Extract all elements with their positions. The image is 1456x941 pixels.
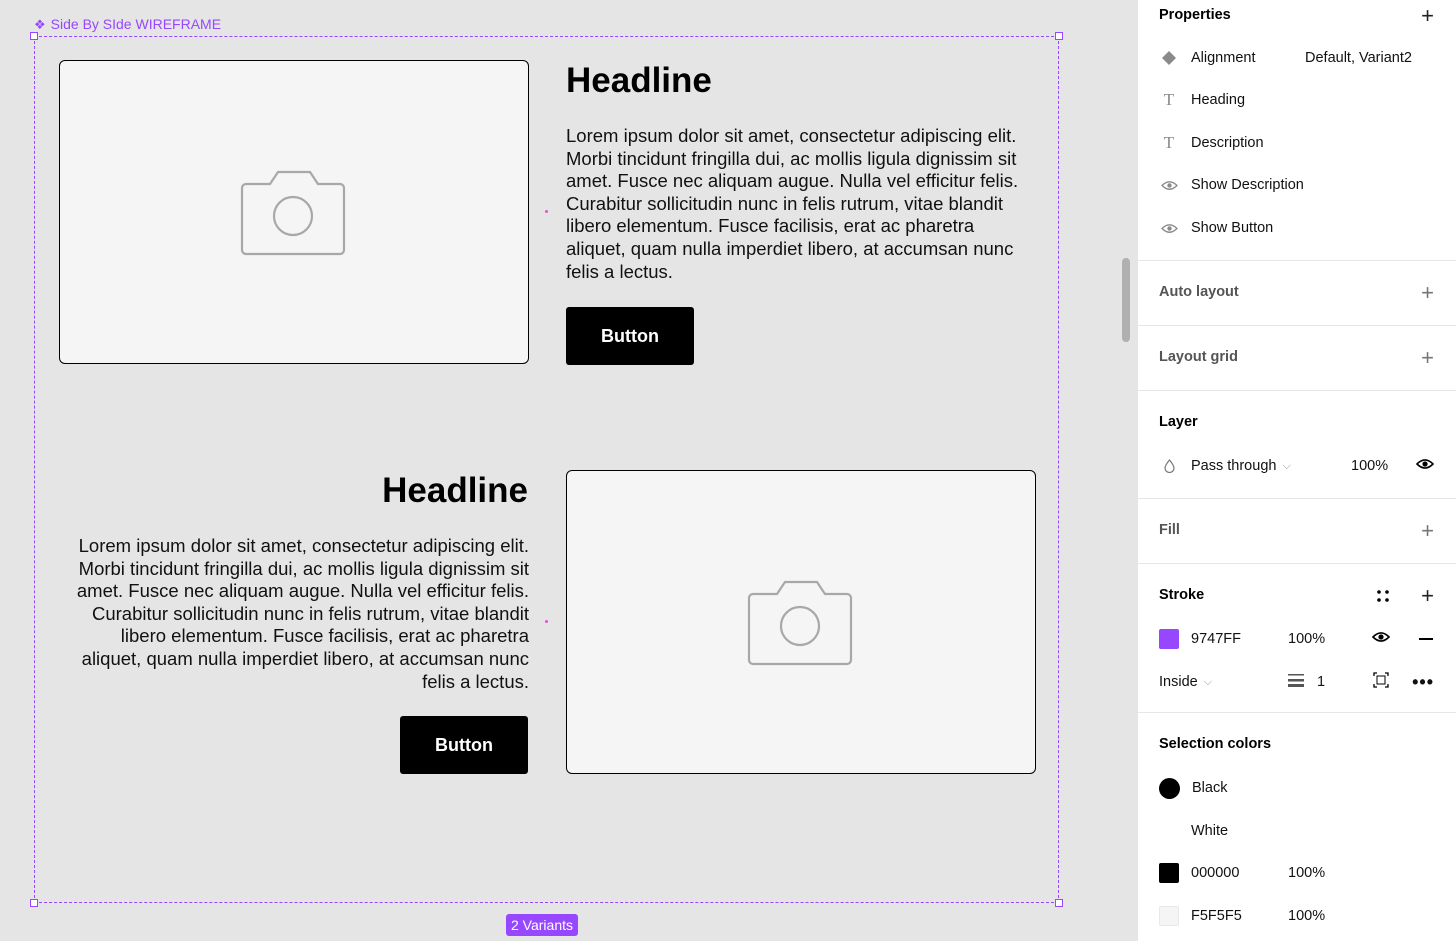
selection-color-row[interactable]: Black — [1159, 776, 1434, 800]
section-title: Layer — [1159, 414, 1198, 430]
selection-color-row[interactable]: White — [1159, 819, 1434, 843]
color-swatch[interactable] — [1159, 863, 1179, 883]
property-label: Alignment — [1191, 50, 1256, 66]
properties-panel: Properties + Alignment Default, Variant2… — [1138, 0, 1456, 941]
stroke-weight-icon — [1288, 673, 1304, 691]
property-label: Heading — [1191, 92, 1246, 108]
chevron-down-icon[interactable]: ⌵ — [1282, 460, 1290, 473]
stroke-position-dropdown[interactable]: Inside — [1159, 674, 1198, 690]
resize-handle-bottom-left[interactable] — [30, 899, 38, 907]
stroke-opacity[interactable]: 100% — [1288, 631, 1325, 647]
stroke-weight[interactable]: 1 — [1317, 674, 1325, 690]
section-title: Auto layout — [1159, 284, 1239, 300]
section-title: Fill — [1159, 522, 1180, 538]
blend-drop-icon — [1159, 459, 1179, 473]
property-label: Description — [1191, 135, 1264, 151]
section-title: Layout grid — [1159, 349, 1238, 365]
eye-icon — [1159, 180, 1179, 191]
eye-icon[interactable] — [1415, 458, 1435, 474]
section-title: Stroke — [1159, 587, 1205, 603]
description[interactable]: Lorem ipsum dolor sit amet, consectetur … — [566, 125, 1036, 283]
color-label: Black — [1192, 780, 1228, 796]
stroke-color-swatch[interactable] — [1159, 629, 1179, 649]
section-title: Selection colors — [1159, 736, 1272, 752]
image-placeholder[interactable] — [59, 60, 529, 364]
layer-blend-row: Pass through ⌵ 100% — [1159, 454, 1435, 478]
property-label: Show Button — [1191, 220, 1274, 236]
add-layout-grid-icon[interactable]: + — [1421, 347, 1434, 369]
fill-section: Fill + — [1138, 499, 1456, 564]
individual-strokes-icon[interactable] — [1373, 672, 1389, 692]
design-canvas[interactable]: ❖ Side By SIde WIREFRAME Headline Lorem … — [0, 0, 1138, 941]
cta-button[interactable]: Button — [566, 307, 694, 365]
layout-grid-section: Layout grid + — [1138, 326, 1456, 391]
property-show-button[interactable]: Show Button — [1159, 216, 1434, 240]
layout-point — [545, 620, 548, 623]
selection-colors-section: Selection colors Black White 000000 100%… — [1138, 713, 1456, 941]
property-show-description[interactable]: Show Description — [1159, 173, 1434, 197]
add-property-icon[interactable]: + — [1421, 5, 1434, 27]
color-style-swatch[interactable] — [1159, 777, 1180, 799]
property-value[interactable]: Default, Variant2 — [1305, 50, 1412, 66]
color-swatch[interactable] — [1159, 906, 1179, 926]
more-options-icon[interactable]: ••• — [1412, 672, 1434, 693]
property-label: Show Description — [1191, 177, 1304, 193]
blend-mode-dropdown[interactable]: Pass through — [1191, 458, 1276, 474]
section-title: Properties — [1159, 7, 1231, 23]
selection-color-row[interactable]: F5F5F5 100% — [1159, 904, 1434, 928]
text-icon: T — [1163, 90, 1175, 109]
text-icon: T — [1163, 133, 1175, 152]
eye-icon[interactable] — [1371, 631, 1391, 647]
chevron-down-icon[interactable]: ⌵ — [1204, 676, 1212, 689]
camera-icon — [240, 170, 346, 256]
property-description[interactable]: T Description — [1159, 131, 1434, 155]
color-label: White — [1191, 823, 1229, 839]
canvas-scrollbar[interactable] — [1122, 258, 1130, 342]
description[interactable]: Lorem ipsum dolor sit amet, consectetur … — [59, 535, 529, 693]
headline[interactable]: Headline — [566, 61, 712, 101]
eye-icon — [1159, 223, 1179, 234]
frame-label-text: Side By SIde WIREFRAME — [50, 16, 222, 32]
resize-handle-top-right[interactable] — [1055, 32, 1063, 40]
property-heading[interactable]: T Heading — [1159, 88, 1434, 112]
auto-layout-section: Auto layout + — [1138, 261, 1456, 326]
color-label[interactable]: 000000 — [1191, 865, 1239, 881]
selection-color-row[interactable]: 000000 100% — [1159, 861, 1434, 885]
add-stroke-icon[interactable]: + — [1421, 585, 1434, 607]
resize-handle-top-left[interactable] — [30, 32, 38, 40]
image-placeholder[interactable] — [566, 470, 1036, 774]
layout-point — [545, 210, 548, 213]
property-alignment[interactable]: Alignment Default, Variant2 — [1159, 46, 1434, 70]
layer-opacity[interactable]: 100% — [1351, 458, 1388, 474]
add-auto-layout-icon[interactable]: + — [1421, 282, 1434, 304]
color-label[interactable]: F5F5F5 — [1191, 908, 1242, 924]
style-grid-icon[interactable] — [1376, 589, 1390, 608]
stroke-section: Stroke + 9747FF 100% Inside ⌵ 1 ••• — [1138, 564, 1456, 713]
layer-section: Layer Pass through ⌵ 100% — [1138, 391, 1456, 499]
add-fill-icon[interactable]: + — [1421, 520, 1434, 542]
properties-section: Properties + Alignment Default, Variant2… — [1138, 0, 1456, 261]
camera-icon — [747, 580, 853, 666]
stroke-color-row: 9747FF 100% — [1159, 627, 1434, 651]
remove-stroke-icon[interactable] — [1419, 638, 1433, 640]
color-style-swatch[interactable] — [1159, 821, 1179, 841]
stroke-settings-row: Inside ⌵ 1 ••• — [1159, 670, 1434, 694]
frame-label[interactable]: ❖ Side By SIde WIREFRAME — [34, 16, 221, 32]
color-opacity[interactable]: 100% — [1288, 865, 1325, 881]
cta-button[interactable]: Button — [400, 716, 528, 774]
component-set-icon: ❖ — [34, 16, 46, 32]
color-opacity[interactable]: 100% — [1288, 908, 1325, 924]
variant-diamond-icon — [1159, 51, 1179, 65]
resize-handle-bottom-right[interactable] — [1055, 899, 1063, 907]
stroke-color-hex[interactable]: 9747FF — [1191, 631, 1241, 647]
headline[interactable]: Headline — [382, 471, 528, 511]
variants-badge[interactable]: 2 Variants — [506, 914, 578, 936]
